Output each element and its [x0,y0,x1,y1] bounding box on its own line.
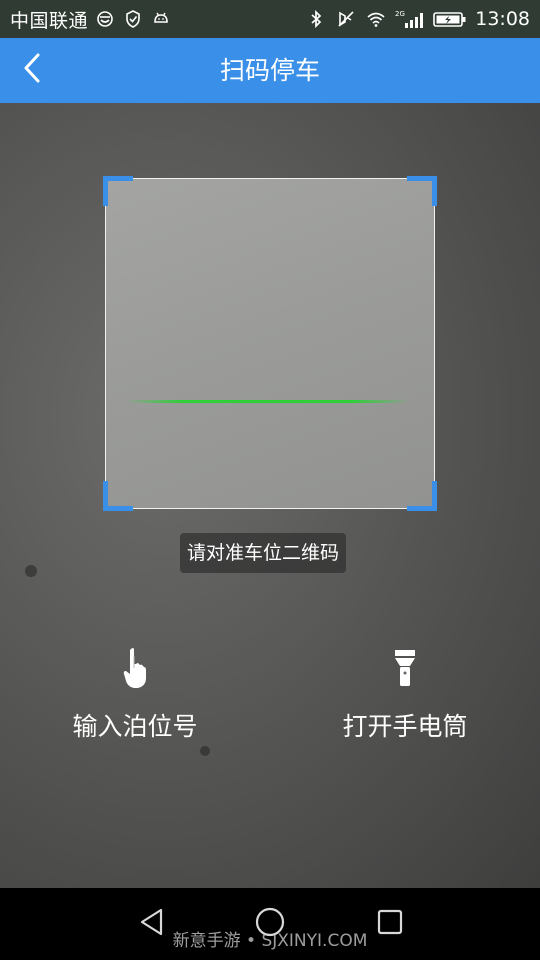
scan-hint: 请对准车位二维码 [180,533,347,573]
signal-icon: 2G [395,8,425,30]
hand-pointer-icon [115,643,155,693]
input-spot-number-button[interactable]: 输入泊位号 [35,643,235,753]
input-spot-label: 输入泊位号 [72,712,198,741]
scan-frame-corner [103,176,133,206]
smiley-notification-icon [94,8,116,30]
system-nav-bar: 新意手游 • SJXINYI.COM [0,888,540,960]
scan-frame-corner [407,176,437,206]
scan-frame-corner [103,481,133,511]
title-bar: 扫码停车 [0,38,540,103]
status-left: 中国联通 [10,6,172,33]
camera-preview: 请对准车位二维码 输入泊位号 打开手电筒 [0,103,540,888]
status-right: 2G 13:08 [305,8,530,30]
wifi-icon [365,8,387,30]
page-title: 扫码停车 [219,56,320,85]
vibrate-off-icon [335,8,357,30]
android-icon [150,8,172,30]
recents-square-icon [376,908,404,940]
back-triangle-icon [137,907,167,941]
nav-back-button[interactable] [132,904,172,944]
scan-frame-corner [407,481,437,511]
scan-frame [103,176,437,511]
status-bar: 中国联通 2G 13:08 [0,0,540,38]
nav-home-button[interactable] [250,904,290,944]
flashlight-icon [385,643,425,693]
status-time: 13:08 [475,8,530,30]
chevron-left-icon [20,52,44,88]
camera-speck [25,565,37,577]
flashlight-label: 打开手电筒 [342,712,468,741]
shield-notification-icon [122,8,144,30]
home-circle-icon [254,906,286,942]
battery-icon [433,8,467,30]
carrier-name: 中国联通 [10,9,89,32]
back-button[interactable] [10,48,54,92]
nav-recents-button[interactable] [370,904,410,944]
bluetooth-icon [305,8,327,30]
scan-line [126,400,409,403]
flashlight-button[interactable]: 打开手电筒 [305,643,505,753]
network-type-label: 2G [395,10,405,18]
